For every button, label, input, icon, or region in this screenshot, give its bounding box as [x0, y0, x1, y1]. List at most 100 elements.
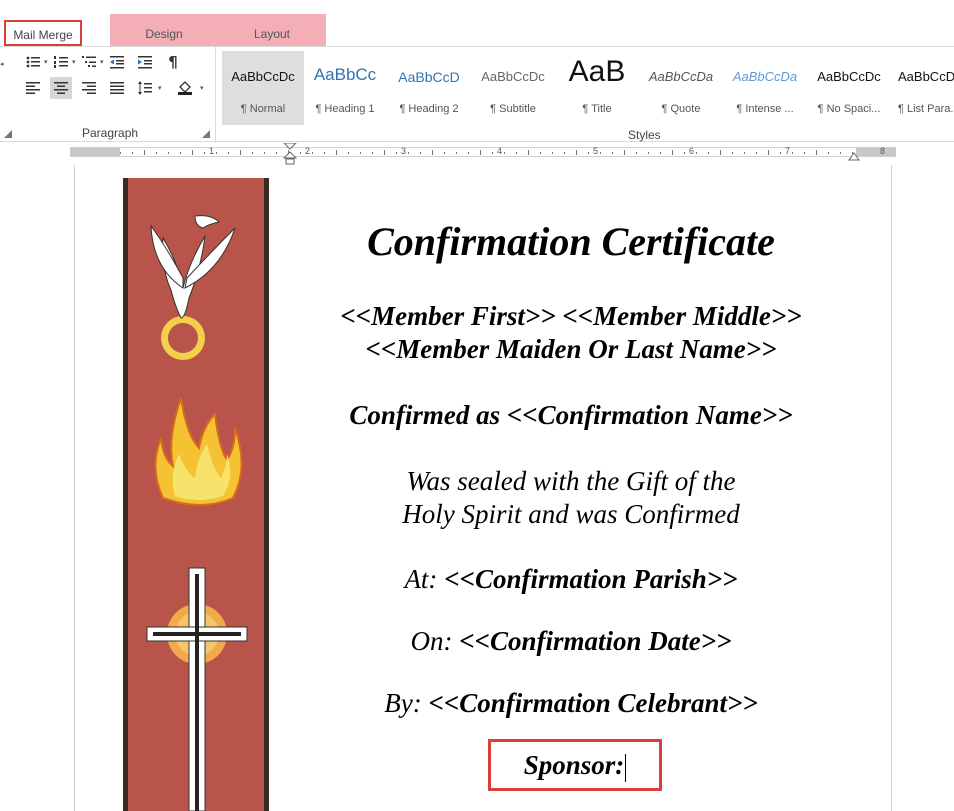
ruler-tick: [804, 152, 805, 154]
ruler-tick: [372, 152, 373, 154]
ruler-tick: [480, 150, 481, 155]
style-intense-quote[interactable]: AaBbCcDa ¶ Intense ...: [724, 51, 806, 125]
ruler-tick: [468, 152, 469, 154]
align-center-icon[interactable]: [50, 77, 72, 99]
ruler-tick: [300, 152, 301, 154]
multilevel-dropdown-icon[interactable]: ▾: [100, 58, 104, 66]
line-spacing-dropdown-icon[interactable]: ▾: [158, 84, 162, 92]
style-preview: AaBbCcDa: [732, 69, 798, 84]
style-preview: AaBbCcDc: [817, 69, 881, 84]
ruler-tick: [360, 152, 361, 154]
justify-icon[interactable]: [106, 77, 128, 99]
ruler-tick: [696, 152, 697, 154]
style-preview: AaBbCc: [313, 65, 377, 84]
ruler-tick: [336, 150, 337, 155]
ruler-tick: [516, 152, 517, 154]
right-indent-marker-icon[interactable]: [848, 152, 860, 162]
ruler-tick: [168, 152, 169, 154]
sponsor-line[interactable]: Sponsor:: [500, 749, 650, 782]
ribbon-tab-bar: Mail Merge Design Layout: [0, 0, 954, 46]
ruler-tick: [252, 152, 253, 154]
style-name: ¶ Subtitle: [490, 103, 536, 115]
tab-layout[interactable]: Layout: [218, 14, 326, 46]
ruler-tick: [756, 152, 757, 154]
ruler-tick: [720, 150, 721, 155]
sealed-line-2[interactable]: Holy Spirit and was Confirmed: [318, 498, 824, 531]
paragraph-dialog-launcher-icon[interactable]: [202, 130, 210, 138]
ruler-tick: [768, 150, 769, 155]
paragraph-group: ▾ ▾ ▾ ¶ ▾ ▾ Paragraph: [0, 47, 216, 143]
style-heading-1[interactable]: AaBbCc ¶ Heading 1: [304, 51, 386, 125]
confirmation-celebrant-line[interactable]: By: <<Confirmation Celebrant>>: [318, 687, 824, 720]
ruler-tick: [132, 152, 133, 154]
ruler-tick: [732, 152, 733, 154]
ruler-tick: [612, 152, 613, 154]
bullets-dropdown-icon[interactable]: ▾: [44, 58, 48, 66]
group-launcher-icon[interactable]: [4, 130, 12, 138]
confirmation-banner-image: [123, 178, 269, 811]
style-no-spacing[interactable]: AaBbCcDc ¶ No Spaci...: [808, 51, 890, 125]
ruler-tick: [432, 150, 433, 155]
ruler-tick: [144, 150, 145, 155]
style-normal[interactable]: AaBbCcDc ¶ Normal: [222, 51, 304, 125]
align-left-icon[interactable]: [22, 77, 44, 99]
style-preview: AaBbCcDc: [898, 69, 954, 84]
shading-icon[interactable]: [174, 77, 196, 99]
confirmation-name-line[interactable]: Confirmed as <<Confirmation Name>>: [318, 399, 824, 432]
ruler-tick: [744, 152, 745, 154]
ruler-tick: [684, 152, 685, 154]
decrease-indent-icon[interactable]: [106, 51, 128, 73]
style-title[interactable]: AaB ¶ Title: [556, 51, 638, 125]
ruler-number: 7: [785, 146, 791, 156]
show-formatting-marks-icon[interactable]: ¶: [162, 51, 184, 73]
certificate-title[interactable]: Confirmation Certificate: [330, 218, 812, 266]
numbering-dropdown-icon[interactable]: ▾: [72, 58, 76, 66]
ruler-tick: [576, 150, 577, 155]
ruler-tick: [456, 152, 457, 154]
ruler-tick: [420, 152, 421, 154]
ruler-tick: [552, 152, 553, 154]
increase-indent-icon[interactable]: [134, 51, 156, 73]
ruler-tick: [408, 152, 409, 154]
ruler-number: 6: [689, 146, 695, 156]
bullets-icon[interactable]: [22, 51, 44, 73]
indent-marker-icon[interactable]: [283, 143, 297, 165]
ruler-tick: [564, 152, 565, 154]
ruler-tick: [348, 152, 349, 154]
ruler-tick: [840, 152, 841, 154]
sealed-line-1[interactable]: Was sealed with the Gift of the: [318, 465, 824, 498]
numbering-icon[interactable]: [50, 51, 72, 73]
style-heading-2[interactable]: AaBbCcD ¶ Heading 2: [388, 51, 470, 125]
ruler-tick: [276, 152, 277, 154]
member-name-line-2[interactable]: <<Member Maiden Or Last Name>>: [318, 333, 824, 366]
horizontal-ruler[interactable]: 1 2 3 4 5 6 7 8: [0, 143, 954, 165]
confirmation-date-line[interactable]: On: <<Confirmation Date>>: [318, 625, 824, 658]
confirmation-parish-line[interactable]: At: <<Confirmation Parish>>: [318, 563, 824, 596]
shading-dropdown-icon[interactable]: ▾: [200, 84, 204, 92]
ruler-tick: [636, 152, 637, 154]
styles-gallery: AaBbCcDc ¶ Normal AaBbCc ¶ Heading 1 AaB…: [220, 47, 954, 143]
style-list-paragraph[interactable]: AaBbCcDc ¶ List Para...: [892, 51, 954, 125]
ruler-tick: [660, 152, 661, 154]
at-label: At:: [404, 564, 445, 594]
ribbon: ◂ ▾ ▾ ▾ ¶ ▾ ▾ Paragraph AaBbCcDc ¶ Norma…: [0, 46, 954, 143]
style-preview: AaBbCcDa: [648, 69, 714, 84]
ruler-tick: [384, 150, 385, 155]
member-name-line-1[interactable]: <<Member First>> <<Member Middle>>: [318, 300, 824, 333]
align-right-icon[interactable]: [78, 77, 100, 99]
ruler-tick: [708, 152, 709, 154]
line-spacing-icon[interactable]: [134, 77, 156, 99]
style-quote[interactable]: AaBbCcDa ¶ Quote: [640, 51, 722, 125]
tab-mail-merge[interactable]: Mail Merge: [4, 20, 82, 46]
style-preview: AaBbCcDc: [481, 69, 545, 84]
style-subtitle[interactable]: AaBbCcDc ¶ Subtitle: [472, 51, 554, 125]
ruler-number: 3: [401, 146, 407, 156]
paragraph-group-label: Paragraph: [82, 126, 139, 140]
multilevel-list-icon[interactable]: [78, 51, 100, 73]
tab-design[interactable]: Design: [110, 14, 218, 46]
styles-group-label: Styles: [628, 128, 661, 142]
style-name: ¶ Intense ...: [736, 103, 794, 115]
style-name: ¶ Heading 2: [399, 103, 459, 115]
ruler-tick: [240, 150, 241, 155]
ruler-tick: [492, 152, 493, 154]
